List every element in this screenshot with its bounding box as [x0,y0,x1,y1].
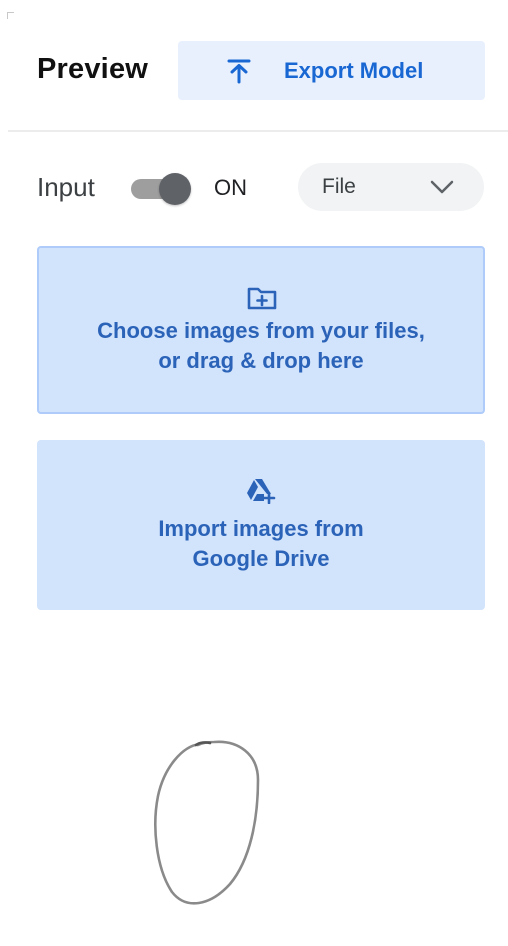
input-toggle[interactable] [129,172,193,205]
input-source-value: File [322,175,356,198]
import-google-drive-button[interactable]: Import images from Google Drive [37,440,485,610]
input-preview-image [154,740,260,905]
header-divider [8,130,508,132]
chevron-down-icon [430,180,454,194]
export-model-label: Export Model [284,58,424,83]
upload-arrow-icon [227,59,251,84]
upload-files-dropzone[interactable]: Choose images from your files, or drag &… [37,246,485,414]
google-drive-icon [247,479,276,504]
folder-add-icon [247,287,277,310]
input-source-select[interactable]: File [298,163,484,211]
toggle-state-label: ON [214,175,247,200]
import-drive-line-2: Google Drive [192,546,330,571]
preview-header: Preview Export Model [0,0,508,130]
upload-files-line-2: or drag & drop here [158,348,364,373]
input-controls: Input ON File [0,150,508,230]
page-title: Preview [37,53,149,85]
upload-files-line-1: Choose images from your files, [97,318,425,343]
input-label: Input [37,172,95,202]
export-model-button[interactable]: Export Model [178,41,485,100]
toggle-knob [159,173,191,205]
import-drive-line-1: Import images from [158,516,364,541]
